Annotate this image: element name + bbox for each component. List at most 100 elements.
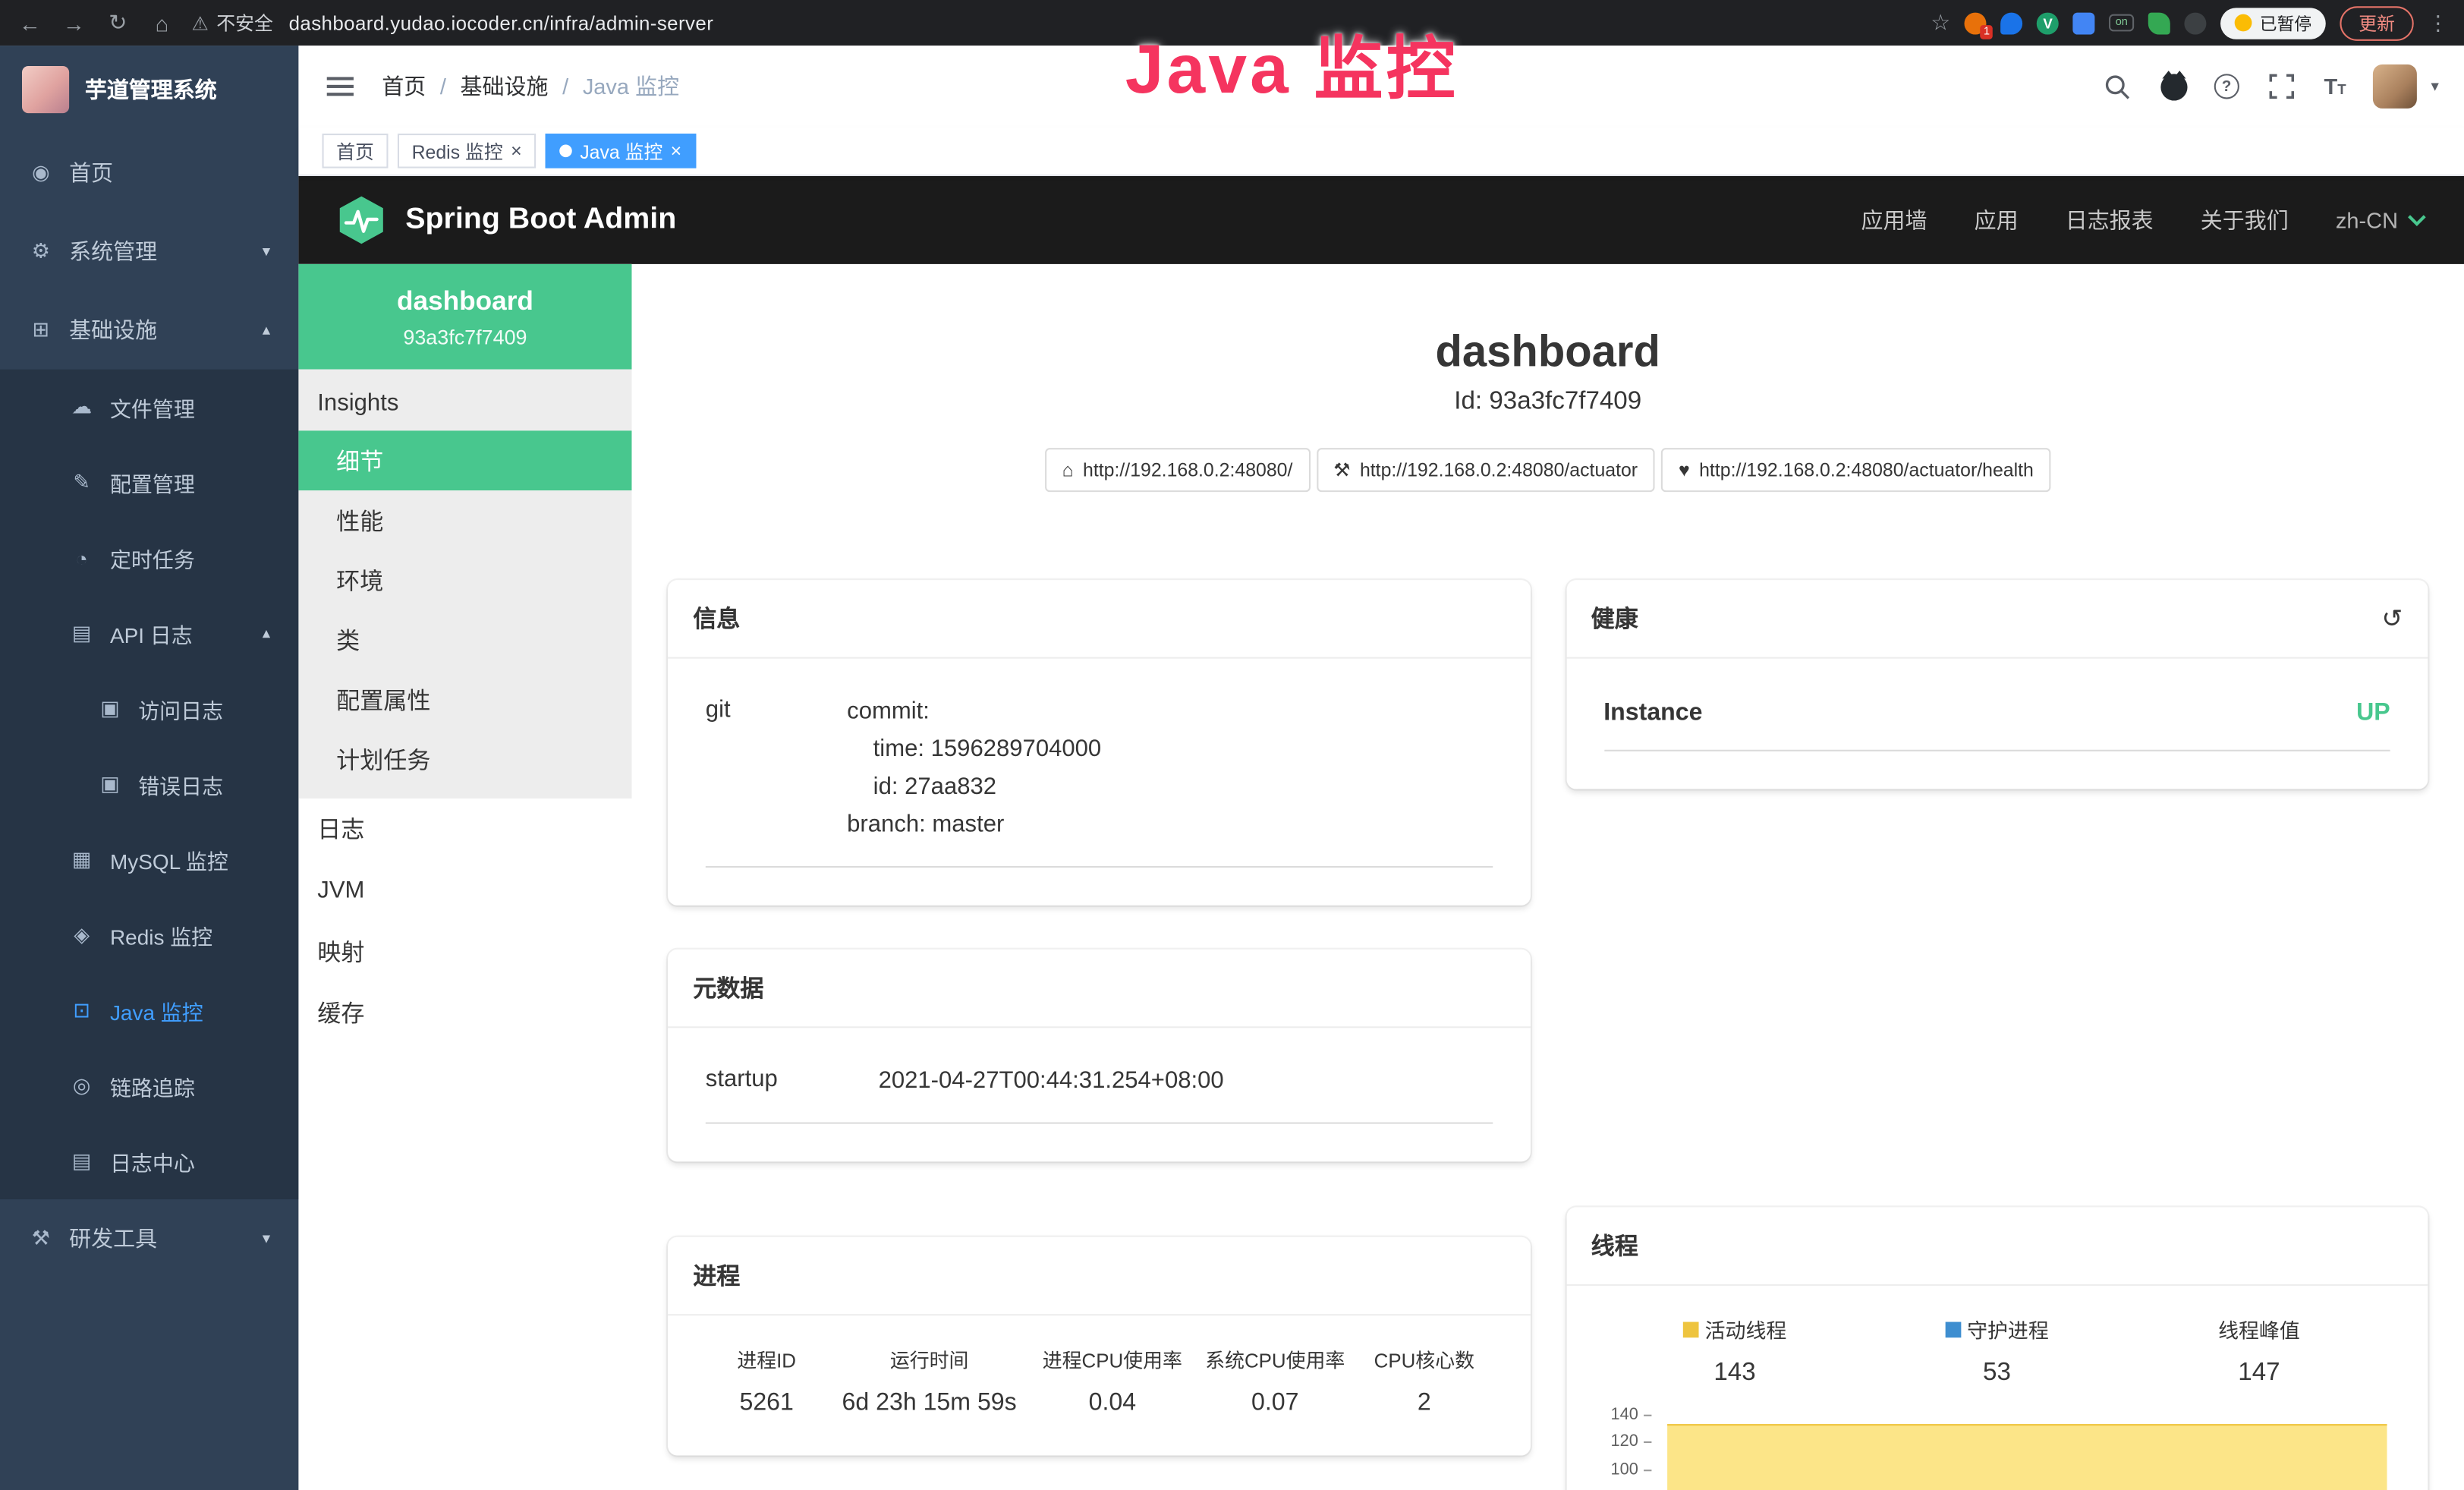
fullscreen-icon[interactable]	[2266, 71, 2297, 102]
browser-update-button[interactable]: 更新	[2340, 5, 2413, 40]
breadcrumb-infrastructure[interactable]: 基础设施	[461, 71, 549, 102]
sba-nav-applications[interactable]: 应用	[1975, 204, 2019, 235]
sidebar-item-dev-tools[interactable]: ⚒ 研发工具 ▾	[0, 1199, 298, 1278]
app-title: 芋道管理系统	[85, 74, 217, 105]
home-icon[interactable]: ⌂	[148, 10, 176, 35]
actuator-link-button[interactable]: ⚒ http://192.168.0.2:48080/actuator	[1316, 448, 1654, 492]
close-icon[interactable]: ×	[511, 141, 522, 160]
browser-menu-icon[interactable]: ⋮	[2428, 10, 2448, 35]
sidebar-item-label: MySQL 监控	[110, 844, 228, 875]
sidebar-item-file-management[interactable]: ☁ 文件管理	[0, 370, 298, 445]
user-avatar[interactable]	[2373, 65, 2417, 109]
paused-badge[interactable]: 已暂停	[2220, 7, 2326, 38]
app-logo	[22, 66, 69, 113]
sidebar-item-log-center[interactable]: ▤ 日志中心	[0, 1124, 298, 1199]
sba-group-caches[interactable]: 缓存	[298, 982, 631, 1044]
eye-icon: ◎	[69, 1073, 94, 1098]
extension-icon[interactable]	[2184, 12, 2206, 34]
tag-home[interactable]: 首页	[323, 134, 389, 169]
sba-nav-about[interactable]: 关于我们	[2201, 204, 2289, 235]
wrench-icon: ⚒	[1333, 459, 1350, 481]
history-icon[interactable]: ↺	[2381, 603, 2403, 634]
sidebar-item-trace[interactable]: ◎ 链路追踪	[0, 1048, 298, 1123]
extension-icon[interactable]	[2001, 12, 2023, 34]
security-indicator[interactable]: ⚠ 不安全	[192, 9, 273, 36]
sba-item-details[interactable]: 细节	[298, 430, 631, 490]
sidebar-item-redis-monitor[interactable]: ◈ Redis 监控	[0, 897, 298, 972]
legend-daemon-threads: 守护进程 53	[1866, 1314, 2128, 1388]
sba-item-config-props[interactable]: 配置属性	[298, 669, 631, 729]
forward-icon[interactable]: →	[60, 10, 88, 35]
chevron-up-icon: ▴	[263, 625, 270, 642]
health-instance-row[interactable]: Instance UP	[1603, 687, 2390, 751]
insights-group: Insights 细节 性能 环境 类 配置属性 计划任务	[298, 370, 631, 799]
help-icon[interactable]: ?	[2214, 74, 2239, 99]
sidebar-item-label: 日志中心	[110, 1146, 195, 1177]
sba-brand-title[interactable]: Spring Boot Admin	[405, 203, 676, 238]
infrastructure-icon: ⊞	[28, 317, 53, 342]
tag-redis-monitor[interactable]: Redis 监控 ×	[398, 134, 536, 169]
sidebar-item-label: 链路追踪	[110, 1070, 195, 1101]
tag-java-monitor[interactable]: Java 监控 ×	[546, 134, 696, 169]
sidebar-item-config-management[interactable]: ✎ 配置管理	[0, 445, 298, 520]
font-size-icon[interactable]: TT	[2324, 74, 2346, 99]
search-icon[interactable]	[2103, 71, 2134, 102]
sba-item-performance[interactable]: 性能	[298, 490, 631, 550]
sidebar-item-label: Java 监控	[110, 995, 203, 1026]
admin-sidebar: 芋道管理系统 ◉ 首页 ⚙ 系统管理 ▾ ⊞ 基础设施 ▴	[0, 46, 298, 1490]
extension-icon[interactable]	[2148, 12, 2170, 34]
sba-nav-links: 应用墙 应用 日志报表 关于我们 zh-CN	[1861, 204, 2427, 235]
close-icon[interactable]: ×	[671, 141, 682, 160]
bookmark-star-icon[interactable]: ☆	[1931, 9, 1950, 36]
sba-item-scheduled-tasks[interactable]: 计划任务	[298, 729, 631, 789]
heart-icon: ♥	[1679, 459, 1690, 481]
language-selector[interactable]: zh-CN	[2336, 207, 2426, 232]
extension-icon[interactable]: V	[2037, 12, 2059, 34]
sba-item-environment[interactable]: 环境	[298, 550, 631, 610]
sidebar-item-system-management[interactable]: ⚙ 系统管理 ▾	[0, 213, 298, 291]
health-card: 健康 ↺ Instance UP	[1566, 580, 2428, 789]
reload-icon[interactable]: ↻	[104, 9, 132, 36]
sidebar-item-mysql-monitor[interactable]: ▦ MySQL 监控	[0, 822, 298, 897]
extension-icon[interactable]: 1	[1965, 12, 1987, 34]
page-subtitle: Id: 93a3fc7f7409	[631, 388, 2464, 416]
sidebar-item-api-logs[interactable]: ▤ API 日志 ▴	[0, 596, 298, 671]
sba-item-classes[interactable]: 类	[298, 610, 631, 669]
log-icon: ▣	[97, 772, 122, 797]
sba-sidebar: dashboard 93a3fc7f7409 Insights 细节 性能 环境…	[298, 264, 631, 1490]
address-bar[interactable]: dashboard.yudao.iocoder.cn/infra/admin-s…	[289, 12, 714, 34]
sba-group-mappings[interactable]: 映射	[298, 921, 631, 982]
sidebar-item-home[interactable]: ◉ 首页	[0, 134, 298, 213]
page-title: dashboard	[631, 327, 2464, 377]
sba-group-jvm[interactable]: JVM	[298, 860, 631, 921]
chevron-down-icon: ▾	[263, 243, 270, 260]
sidebar-item-infrastructure[interactable]: ⊞ 基础设施 ▴	[0, 291, 298, 370]
extension-on-badge[interactable]: on	[2109, 14, 2134, 32]
sidebar-item-label: 错误日志	[138, 769, 223, 800]
breadcrumb-separator: /	[562, 74, 568, 99]
chevron-down-icon[interactable]: ▾	[2431, 78, 2438, 96]
back-icon[interactable]: ←	[16, 10, 44, 35]
breadcrumb-home[interactable]: 首页	[382, 71, 426, 102]
log-icon: ▣	[97, 696, 122, 721]
navbar-actions: ? TT ▾	[2103, 65, 2439, 109]
sidebar-item-scheduled-tasks[interactable]: ◔ 定时任务	[0, 520, 298, 595]
sidebar-item-error-logs[interactable]: ▣ 错误日志	[0, 747, 298, 822]
sba-instance-header[interactable]: dashboard 93a3fc7f7409	[298, 264, 631, 370]
extension-icon[interactable]	[2073, 12, 2095, 34]
home-link-button[interactable]: ⌂ http://192.168.0.2:48080/	[1045, 448, 1310, 492]
timer-icon: ◔	[69, 547, 94, 570]
sidebar-toggle-icon[interactable]	[324, 71, 357, 102]
github-icon[interactable]	[2160, 73, 2187, 99]
sidebar-item-label: 定时任务	[110, 542, 195, 573]
sba-nav-journal[interactable]: 日志报表	[2066, 204, 2154, 235]
sidebar-item-java-monitor[interactable]: ⊡ Java 监控	[0, 973, 298, 1048]
sidebar-item-access-logs[interactable]: ▣ 访问日志	[0, 671, 298, 746]
sba-nav-wallboard[interactable]: 应用墙	[1861, 204, 1927, 235]
sidebar-item-label: 配置管理	[110, 467, 195, 498]
app-logo-row[interactable]: 芋道管理系统	[0, 46, 298, 134]
sba-group-logs[interactable]: 日志	[298, 799, 631, 860]
health-link-button[interactable]: ♥ http://192.168.0.2:48080/actuator/heal…	[1661, 448, 2050, 492]
emoji-face-icon	[2235, 14, 2252, 32]
process-cpu-value: 0.04	[1031, 1390, 1194, 1418]
